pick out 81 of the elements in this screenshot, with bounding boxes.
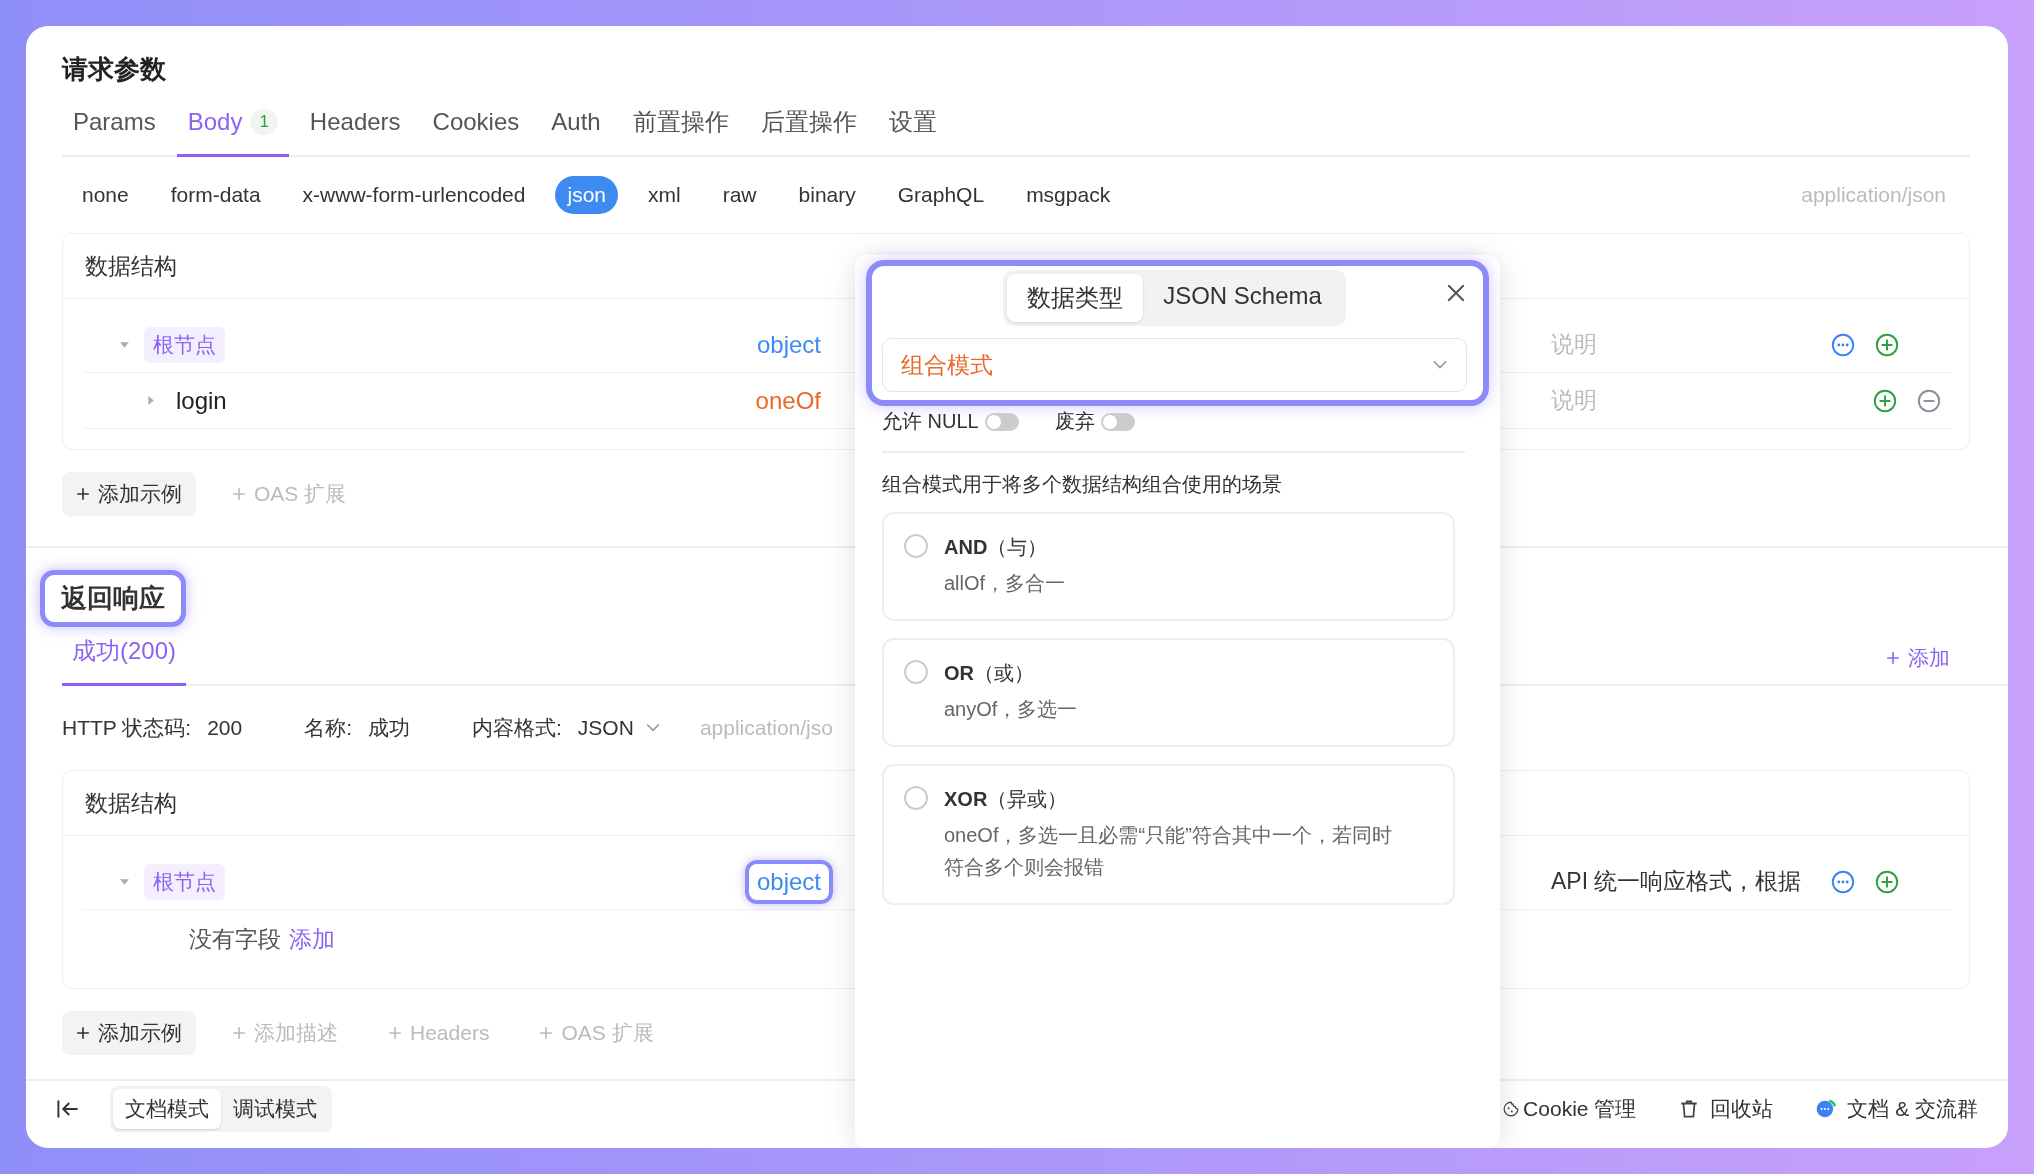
- plus-icon: [76, 487, 90, 501]
- footer-link[interactable]: 文档 & 交流群: [1815, 1094, 1978, 1123]
- option-description: anyOf，多选一: [944, 697, 1078, 722]
- toggle-switch[interactable]: [984, 412, 1019, 431]
- tab[interactable]: Headers: [298, 94, 412, 157]
- more-icon[interactable]: [1831, 869, 1855, 894]
- option-card[interactable]: OR（或） anyOf，多选一: [882, 638, 1455, 747]
- body-type-option[interactable]: binary: [786, 176, 868, 214]
- add-button[interactable]: 添加示例: [62, 1011, 196, 1055]
- body-type-option[interactable]: none: [70, 176, 141, 214]
- tab[interactable]: 后置操作: [749, 94, 868, 157]
- add-icon[interactable]: [1875, 869, 1899, 894]
- description-text: API 统一响应格式，根据: [1551, 867, 1803, 896]
- collapse-icon[interactable]: [56, 1098, 80, 1119]
- add-icon[interactable]: [1875, 332, 1899, 357]
- add-field-link[interactable]: 添加: [289, 923, 335, 955]
- footer-link[interactable]: Cookie 管理: [1503, 1094, 1637, 1123]
- plus-icon: [388, 1026, 402, 1040]
- caret-right-icon[interactable]: [145, 395, 156, 406]
- plus-icon: [76, 1026, 90, 1040]
- option-description: allOf，多合一: [944, 571, 1066, 596]
- cookie-icon: [1503, 1100, 1520, 1117]
- mode-tab[interactable]: 文档模式: [113, 1088, 221, 1129]
- section-title: 请求参数: [62, 53, 167, 86]
- chevron-down-icon: [1432, 360, 1448, 370]
- add-button[interactable]: 添加示例: [62, 472, 196, 516]
- caret-down-icon[interactable]: [119, 876, 130, 887]
- tab[interactable]: Body 1: [176, 94, 289, 157]
- body-type-option[interactable]: form-data: [158, 176, 273, 214]
- add-icon[interactable]: [1873, 388, 1897, 413]
- tab[interactable]: 前置操作: [621, 94, 740, 157]
- option-title: AND（与）: [944, 535, 1049, 560]
- response-tab[interactable]: 成功(200): [62, 631, 187, 686]
- format-dropdown[interactable]: JSON: [577, 716, 660, 740]
- body-type-option[interactable]: raw: [710, 176, 769, 214]
- meta-value: 200: [207, 716, 243, 740]
- empty-message: 没有字段: [189, 924, 281, 954]
- content-type-label: application/json: [1801, 183, 1946, 207]
- body-type-option[interactable]: msgpack: [1014, 176, 1123, 214]
- tab[interactable]: Auth: [540, 94, 612, 157]
- tab[interactable]: Params: [62, 94, 167, 157]
- meta-value: 成功: [368, 715, 410, 741]
- tab[interactable]: 设置: [877, 94, 948, 157]
- mode-tab[interactable]: 调试模式: [221, 1088, 329, 1129]
- field-name: login: [176, 386, 227, 415]
- caret-down-icon[interactable]: [119, 339, 130, 350]
- plus-icon: [1886, 650, 1900, 665]
- mode-tab[interactable]: 数据类型: [1007, 274, 1144, 322]
- option-title: XOR（异或）: [944, 787, 1069, 812]
- add-response-button[interactable]: 添加: [1880, 642, 1956, 673]
- footer-link[interactable]: 回收站: [1678, 1094, 1774, 1123]
- radio-button[interactable]: [904, 534, 928, 558]
- more-icon[interactable]: [1831, 332, 1855, 357]
- option-title: OR（或）: [944, 661, 1035, 686]
- toggle-label: 允许 NULL: [882, 409, 979, 434]
- toggle-label: 废弃: [1054, 409, 1095, 434]
- toggle-switch[interactable]: [1100, 412, 1135, 431]
- count-badge: 1: [250, 109, 278, 135]
- root-node-tag: 根节点: [144, 326, 225, 363]
- chat-icon: [1815, 1097, 1838, 1120]
- hint-text: 组合模式用于将多个数据结构组合使用的场景: [881, 472, 1283, 497]
- section-title: 返回响应: [40, 570, 186, 627]
- option-card[interactable]: AND（与） allOf，多合一: [882, 512, 1455, 621]
- tab[interactable]: Cookies: [421, 94, 531, 157]
- meta-label: 名称:: [304, 715, 352, 741]
- close-icon[interactable]: [1447, 284, 1465, 302]
- radio-button[interactable]: [904, 786, 928, 810]
- body-type-option[interactable]: GraphQL: [885, 176, 997, 214]
- remove-icon[interactable]: [1917, 388, 1941, 413]
- chevron-down-icon: [645, 723, 660, 733]
- body-type-option[interactable]: x-www-form-urlencoded: [290, 176, 538, 214]
- option-card[interactable]: XOR（异或） oneOf，多选一且必需“只能”符合其中一个，若同时符合多个则会报错: [882, 764, 1455, 905]
- plus-icon: [232, 1026, 246, 1040]
- body-type-option[interactable]: xml: [636, 176, 693, 214]
- meta-label: HTTP 状态码:: [62, 715, 192, 741]
- plus-icon: [539, 1026, 554, 1040]
- meta-label: 内容格式:: [472, 715, 562, 741]
- root-node-tag: 根节点: [144, 863, 225, 900]
- radio-button[interactable]: [904, 660, 928, 684]
- plus-icon: [232, 487, 246, 501]
- content-type-label: application/jso: [699, 716, 833, 740]
